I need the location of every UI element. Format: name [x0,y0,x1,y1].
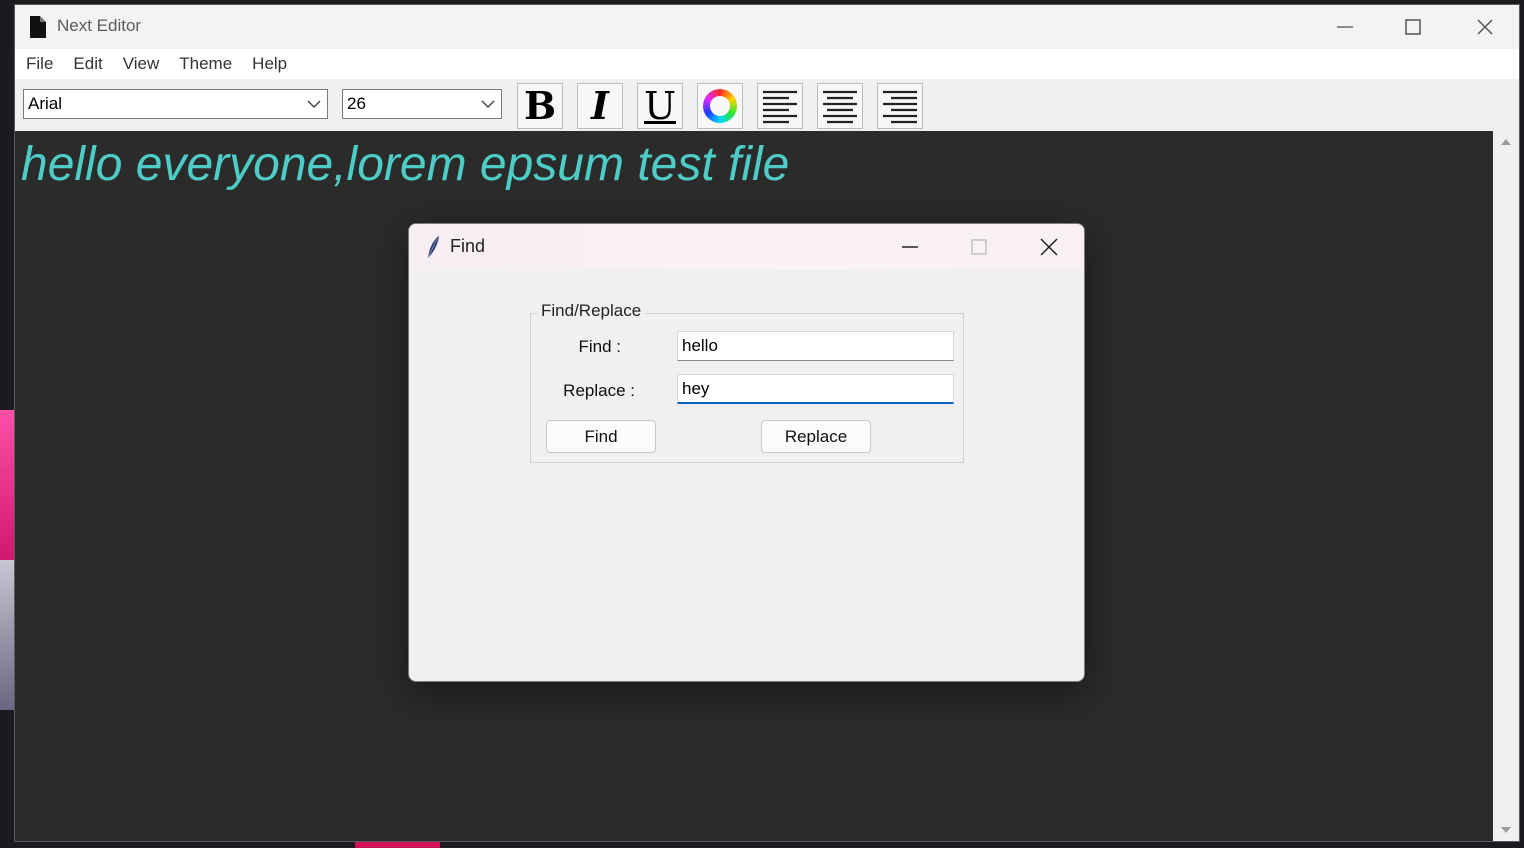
bold-button[interactable]: B [517,83,563,129]
scroll-up-icon [1501,139,1511,145]
find-dialog: Find Find/Replace Find : Replace : Find … [408,223,1085,682]
align-center-icon [823,90,857,124]
find-button[interactable]: Find [546,420,656,453]
close-button[interactable] [1451,5,1519,49]
toolbar: Arial 26 B I U [15,79,1519,131]
maximize-icon [1405,19,1421,35]
font-size-select[interactable]: 26 [342,89,502,119]
replace-button[interactable]: Replace [761,420,871,453]
menu-file[interactable]: File [15,49,63,79]
menu-edit[interactable]: Edit [63,49,112,79]
menu-help[interactable]: Help [242,49,297,79]
scroll-down-button[interactable] [1493,819,1519,841]
group-title: Find/Replace [537,301,646,321]
italic-icon: I [591,83,609,128]
desktop-wallpaper [0,560,14,710]
underline-button[interactable]: U [637,83,683,129]
find-input[interactable] [677,331,954,361]
editor-content[interactable]: hello everyone,lorem epsum test file [21,137,789,192]
dialog-close-button[interactable] [1019,224,1079,270]
close-icon [1040,238,1058,256]
align-left-button[interactable] [757,83,803,129]
dialog-maximize-button[interactable] [949,224,1009,270]
align-center-button[interactable] [817,83,863,129]
window-title: Next Editor [57,16,142,35]
italic-button[interactable]: I [577,83,623,129]
dialog-title: Find [450,236,486,256]
scroll-down-icon [1501,827,1511,833]
app-icon [30,16,46,38]
menu-theme[interactable]: Theme [169,49,242,79]
desktop-wallpaper [0,410,14,560]
color-wheel-icon [703,89,737,123]
font-size-value: 26 [347,94,366,113]
chevron-down-icon [481,100,495,109]
menu-view[interactable]: View [113,49,170,79]
align-right-icon [883,90,917,124]
underline-icon: U [643,84,677,128]
bold-icon: B [523,83,557,128]
align-left-icon [763,90,797,124]
chevron-down-icon [307,100,321,109]
find-label: Find : [578,337,621,356]
font-family-value: Arial [28,94,63,113]
feather-icon [427,236,439,259]
dialog-minimize-button[interactable] [880,224,940,270]
replace-input[interactable] [677,374,954,404]
close-icon [1477,19,1493,35]
replace-label: Replace : [563,381,635,400]
minimize-icon [1337,26,1353,28]
maximize-icon [971,239,987,255]
vertical-scrollbar[interactable] [1493,131,1519,841]
maximize-button[interactable] [1379,5,1447,49]
dialog-title-bar[interactable]: Find [409,224,1084,270]
font-family-select[interactable]: Arial [23,89,328,119]
title-bar[interactable]: Next Editor [15,5,1519,49]
scroll-up-button[interactable] [1493,131,1519,153]
color-picker-button[interactable] [697,83,743,129]
minimize-button[interactable] [1311,5,1379,49]
align-right-button[interactable] [877,83,923,129]
menu-bar: File Edit View Theme Help [15,49,1519,79]
minimize-icon [902,246,918,248]
